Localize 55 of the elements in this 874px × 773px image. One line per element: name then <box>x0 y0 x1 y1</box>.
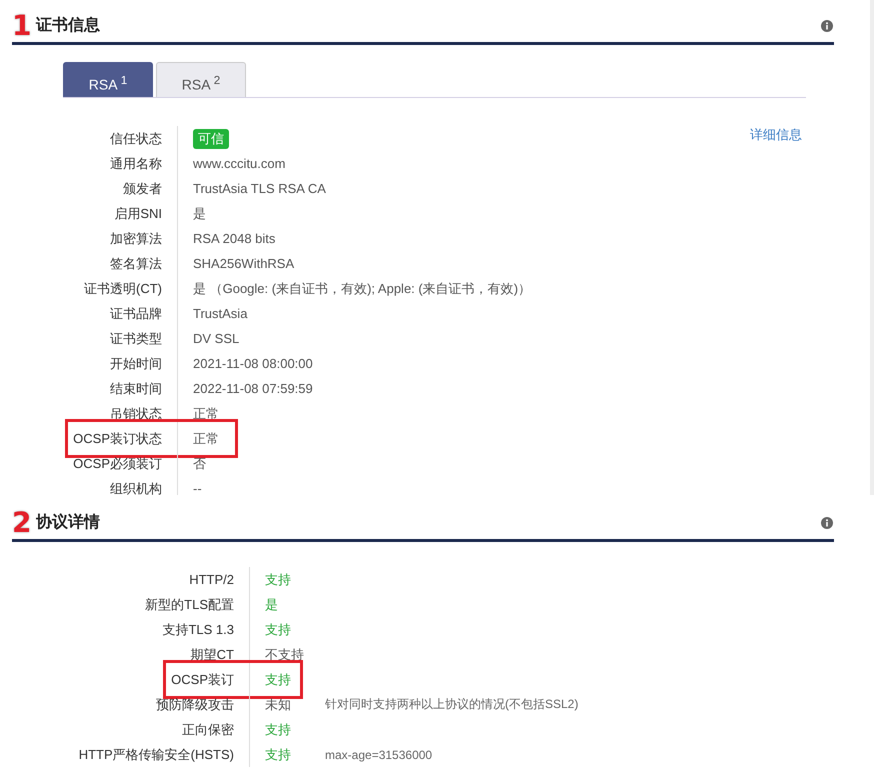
field-label: 正向保密 <box>181 720 234 738</box>
field-label: OCSP必须装订 <box>72 454 162 472</box>
section-title: 证书信息 <box>36 16 100 36</box>
field-value: 支持 <box>265 620 292 638</box>
field-value: RSA 2048 bits <box>193 231 276 246</box>
tab[interactable]: RSA $^{2}$ <box>156 62 246 97</box>
annotation-number: 2 <box>12 507 32 539</box>
field-value: 否 <box>193 454 206 472</box>
field-value: 正常 <box>193 430 219 448</box>
field-label: 证书透明(CT) <box>83 280 162 298</box>
field-label: 证书品牌 <box>109 304 162 322</box>
field-label: 启用SNI <box>113 204 162 222</box>
annotation-number: 1 <box>12 10 32 42</box>
field-label: 颁发者 <box>122 180 162 198</box>
field-label: HTTP严格传输安全(HSTS) <box>78 746 234 764</box>
field-value: 未知 <box>265 696 292 714</box>
field-label: 开始时间 <box>109 354 162 372</box>
details-link[interactable]: 详细信息 <box>750 126 802 144</box>
field-value: SHA256WithRSA <box>193 256 294 271</box>
field-note: max-age=31536000 <box>325 748 432 762</box>
field-value: DV SSL <box>193 331 240 346</box>
field-label: 预防降级攻击 <box>155 696 234 714</box>
field-value: 支持 <box>265 570 292 588</box>
status-badge: 可信 <box>193 128 229 148</box>
info-icon <box>821 20 833 32</box>
field-label: 期望CT <box>190 646 234 664</box>
field-value: 是 <box>193 204 206 222</box>
field-label: 新型的TLS配置 <box>144 596 234 614</box>
field-value: 是 <box>265 596 279 614</box>
field-label: OCSP装订状态 <box>72 430 162 448</box>
field-label: 组织机构 <box>109 480 162 495</box>
field-value: 支持 <box>265 720 292 738</box>
field-value: www.cccitu.com <box>193 156 286 171</box>
field-note: 针对同时支持两种以上协议的情况(不包括SSL2) <box>325 696 578 713</box>
field-value: TrustAsia TLS RSA CA <box>193 181 326 196</box>
field-value: 2022-11-08 07:59:59 <box>193 381 313 396</box>
info-icon <box>821 517 833 529</box>
section-title: 协议详情 <box>36 512 100 533</box>
field-value: 正常 <box>193 404 219 422</box>
field-label: HTTP/2 <box>188 572 234 587</box>
field-label: 支持TLS 1.3 <box>161 620 234 638</box>
field-value: 支持 <box>265 670 292 688</box>
field-label: 加密算法 <box>109 230 162 248</box>
field-label: 通用名称 <box>109 154 162 172</box>
field-value: 支持 <box>265 746 292 764</box>
field-label: 签名算法 <box>109 254 162 272</box>
field-label: 证书类型 <box>109 330 162 348</box>
field-label: 信任状态 <box>109 130 162 148</box>
field-label: 结束时间 <box>109 380 162 398</box>
field-value: 2021-11-08 08:00:00 <box>193 356 313 371</box>
field-value: -- <box>193 481 202 495</box>
tab[interactable]: RSA $^{1}$ <box>63 62 153 97</box>
field-value: TrustAsia <box>193 306 248 321</box>
field-value: 是 （Google: (来自证书，有效); Apple: (来自证书，有效)） <box>193 280 532 298</box>
field-label: OCSP装订 <box>170 670 234 688</box>
